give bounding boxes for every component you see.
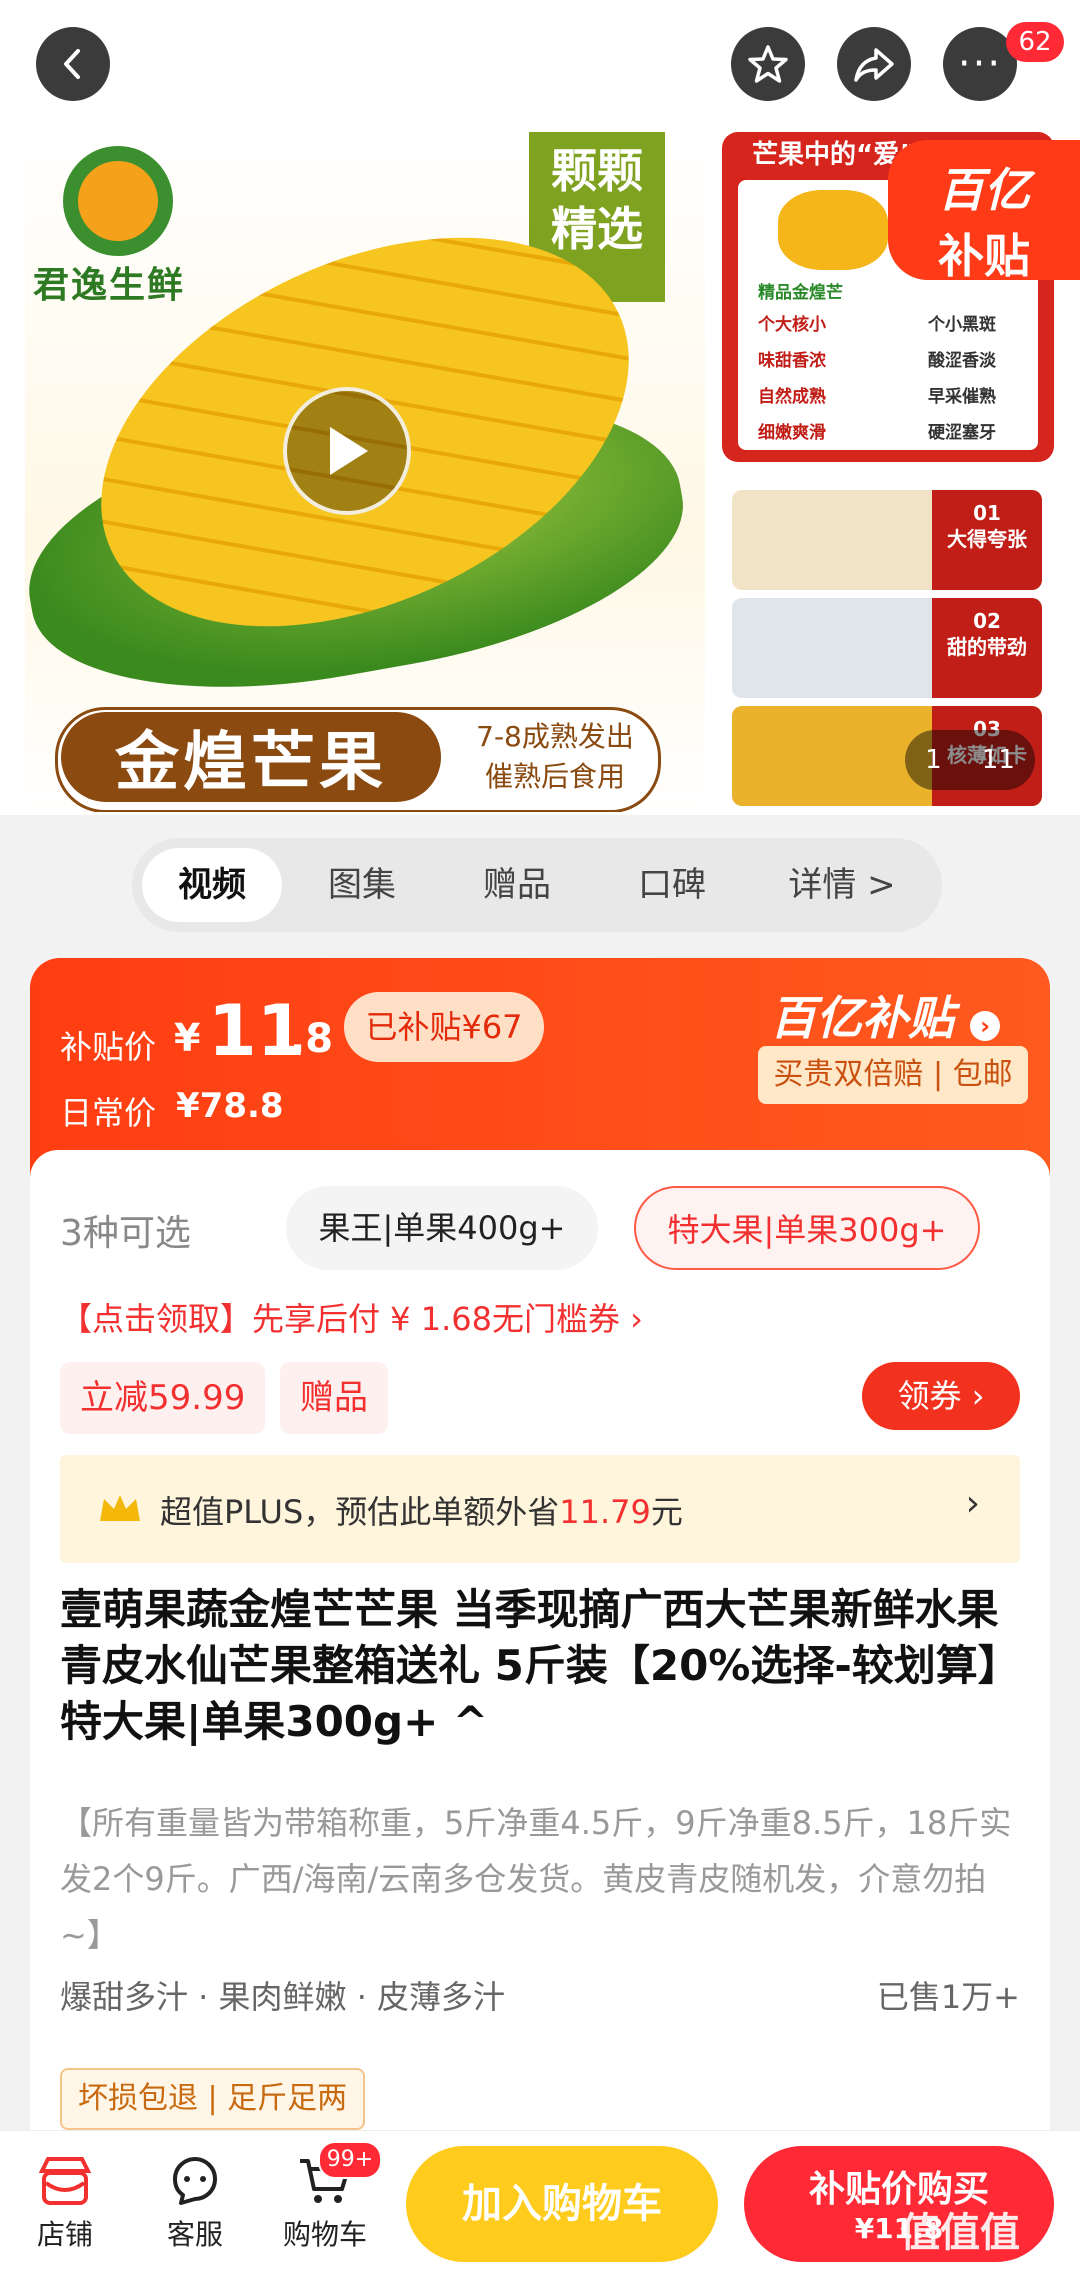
spec-option-large[interactable]: 特大果|单果300g+ [634,1186,980,1270]
chevron-right-icon: › [971,1377,985,1415]
play-icon [330,427,368,475]
yi-badge-line2: 补贴 [938,229,1030,283]
yi-title-text: 百亿补贴 [770,991,954,1045]
plus-text: 超值PLUS，预估此单额外省11.79元 [160,1493,683,1531]
page-current: 1 [925,745,942,775]
notification-badge: 62 [1006,22,1064,62]
page-total: 11 [981,745,1015,775]
get-coupon-label: 领券 [897,1377,962,1415]
ripe-note: 7-8成熟发出 催熟后食用 [455,717,655,797]
brand-logo [63,146,173,256]
good-item: 味甜香浓 [758,351,826,371]
service-button[interactable]: 客服 [140,2149,250,2253]
yi-badge-line1: 百亿 [938,163,1030,217]
favorite-button[interactable] [731,27,805,101]
good-item: 精品金煌芒 [758,283,843,303]
plus-amount: 11.79 [559,1493,651,1531]
bad-item: 硬涩塞牙 [928,423,996,443]
tab-gift[interactable]: 赠品 [447,848,587,922]
product-title[interactable]: 壹萌果蔬金煌芒芒果 当季现摘广西大芒果新鲜水果青皮水仙芒果整箱送礼 5斤装【20… [60,1582,1020,1750]
play-video-button[interactable] [283,387,411,515]
bad-item: 个小黑斑 [928,315,996,335]
chevron-right-icon: › [970,1011,1001,1041]
subsidy-price-label: 补贴价 [60,1028,157,1066]
customer-service-icon [173,2157,217,2205]
ripe-note-line2: 催熟后食用 [484,760,625,793]
subsidy-price-dec: .8 [290,1016,334,1062]
shop-icon [38,2157,92,2205]
good-item: 自然成熟 [758,387,826,407]
currency-symbol: ¥ [174,1016,201,1060]
product-name-banner: 金煌芒果 [61,712,441,802]
daily-price: ¥78.8 [176,1086,284,1126]
side-thumbnail-2[interactable]: 02 甜的带劲 [732,598,1042,698]
yi-subsidy-title[interactable]: 百亿补贴 › [770,982,1001,1048]
sold-count: 已售1万+ [876,1978,1020,2016]
add-to-cart-button[interactable]: 加入购物车 [406,2146,718,2262]
yi-subsidy-badge: 百亿 补贴 [888,140,1080,283]
back-button[interactable] [36,27,110,101]
cart-badge: 99+ [318,2141,382,2179]
subsidized-amount-badge: 已补贴¥67 [344,992,544,1062]
coupon-claim-link[interactable]: 【点击领取】先享后付 ¥ 1.68无门槛券 › [60,1294,643,1340]
main-product-image[interactable]: 君逸生鲜 颗颗精选 金煌芒果 7-8成熟发出 催熟后食用 [25,132,705,812]
brand-name: 君逸生鲜 [33,264,186,306]
share-button[interactable] [837,27,911,101]
cart-label: 购物车 [282,2218,367,2251]
thumb-label: 02 甜的带劲 [932,598,1042,698]
watermark: 值值值 [900,2210,1020,2256]
product-gallery: ··· 62 君逸生鲜 颗颗精选 金煌芒果 7-8成熟发出 催熟后食用 芒果中的… [0,0,1080,815]
back-arrow-icon [64,49,80,79]
shop-label: 店铺 [36,2218,93,2251]
mango-icon [778,190,888,270]
shop-button[interactable]: 店铺 [10,2149,120,2253]
ripe-note-line1: 7-8成熟发出 [476,720,634,753]
tab-gallery[interactable]: 图集 [292,848,432,922]
star-icon [748,45,788,83]
side-thumbnail-1[interactable]: 01 大得夸张 [732,490,1042,590]
bad-item: 酸涩香淡 [928,351,996,371]
gift-tag: 赠品 [280,1362,388,1434]
discount-tag: 立减59.99 [60,1362,266,1434]
spec-option-king[interactable]: 果王|单果400g+ [286,1186,598,1270]
spec-count[interactable]: 3种可选 [60,1204,191,1256]
good-item: 细嫩爽滑 [758,423,826,443]
tab-details[interactable]: 详情 > [762,848,922,922]
share-icon [854,48,894,82]
daily-price-label: 日常价 [60,1094,157,1132]
tab-reviews[interactable]: 口碑 [602,848,742,922]
tab-video[interactable]: 视频 [142,848,282,922]
product-features: 爆甜多汁 · 果肉鲜嫩 · 皮薄多汁 [60,1978,506,2016]
bad-item: 早采催熟 [928,387,996,407]
thumb-label: 01 大得夸张 [932,490,1042,590]
crown-icon [100,1495,140,1521]
get-coupon-button[interactable]: 领券 › [862,1362,1020,1430]
section-tabs: 视频 图集 赠品 口碑 详情 > [132,838,942,932]
good-item: 个大核小 [758,315,826,335]
more-dots-icon: ··· [957,41,1003,87]
page-indicator: 1 11 [905,730,1035,790]
yi-guarantee: 买贵双倍赔 | 包邮 [758,1046,1028,1104]
product-description: 【所有重量皆为带箱称重，5斤净重4.5斤，9斤净重8.5斤，18斤实发2个9斤。… [60,1804,1012,1954]
plus-savings-bar[interactable]: 超值PLUS，预估此单额外省11.79元 › [60,1455,1020,1563]
service-guarantee[interactable]: 坏损包退 | 足斤足两 [60,2068,366,2130]
service-label: 客服 [166,2218,223,2251]
chevron-right-icon: › [965,1483,980,1524]
